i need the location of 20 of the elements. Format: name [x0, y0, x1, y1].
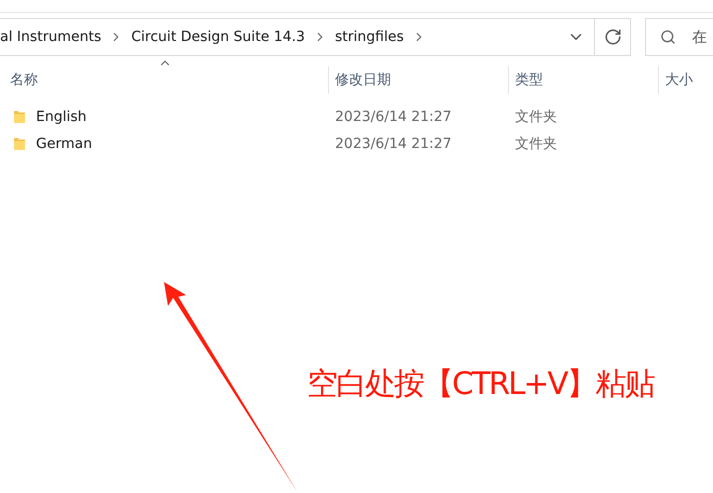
- file-type: 文件夹: [514, 108, 558, 126]
- search-box[interactable]: 在: [645, 18, 713, 56]
- breadcrumb[interactable]: al Instruments: [0, 29, 106, 45]
- breadcrumb[interactable]: stringfiles: [330, 29, 408, 45]
- file-name[interactable]: German: [36, 136, 92, 152]
- file-name[interactable]: English: [36, 108, 87, 124]
- column-header[interactable]: 名称: [0, 66, 328, 94]
- address-bar[interactable]: al Instruments Circuit Design Suite 14.3 stringfiles: [0, 18, 631, 56]
- refresh-icon: [604, 28, 622, 46]
- file-type: 文件夹: [514, 134, 558, 152]
- breadcrumb[interactable]: Circuit Design Suite 14.3: [127, 29, 309, 45]
- column-header[interactable]: 修改日期: [328, 66, 508, 94]
- column-header[interactable]: 大小: [658, 66, 713, 94]
- annotation-text: 空白处按【CTRL+V】粘贴: [307, 365, 654, 404]
- column-header[interactable]: 类型: [508, 66, 658, 94]
- search-icon: [660, 29, 676, 45]
- modified-date: 2023/6/14 21:27: [334, 136, 453, 152]
- modified-date: 2023/6/14 21:27: [334, 108, 453, 124]
- folder-icon: [13, 109, 26, 124]
- folder-icon: [13, 136, 26, 151]
